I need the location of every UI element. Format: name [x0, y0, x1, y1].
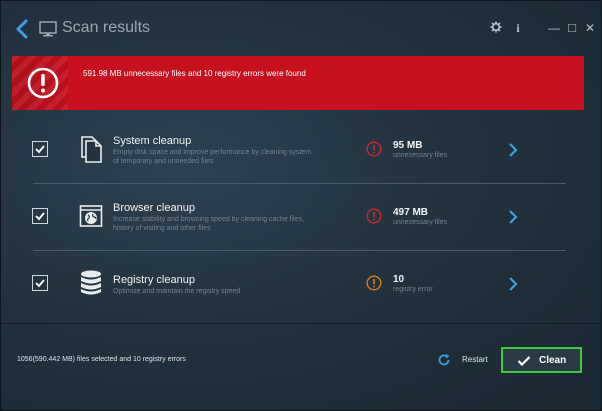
row-system-cleanup[interactable]: System cleanup Empty disk space and impr… — [21, 117, 581, 183]
row-description: Optimize and maintain the registry speed — [113, 288, 241, 295]
back-button[interactable] — [13, 17, 33, 41]
row-description: Empty disk space and improve performance… — [113, 149, 312, 165]
chevron-right-icon[interactable] — [507, 209, 519, 225]
browser-globe-icon — [79, 205, 103, 227]
stat-value: 95 MB — [393, 140, 423, 151]
stat-value: 497 MB — [393, 207, 429, 218]
stat-value: 10 — [393, 274, 405, 285]
row-title: System cleanup — [113, 135, 192, 147]
settings-button[interactable] — [489, 21, 503, 35]
gear-icon — [490, 21, 502, 33]
stat-unit: unnecessary files — [393, 219, 448, 226]
browser-cleanup-checkbox[interactable] — [32, 208, 48, 224]
database-icon — [81, 270, 101, 295]
warning-icon — [27, 67, 59, 99]
footer-divider — [1, 323, 601, 324]
chevron-right-icon[interactable] — [507, 142, 519, 158]
window-title: Scan results — [62, 19, 151, 36]
restart-icon[interactable] — [437, 353, 451, 367]
scan-results-window: Scan results i — □ ✕ 591.98 MB unnecessa… — [0, 0, 602, 411]
alert-banner: 591.98 MB unnecessary files and 10 regis… — [12, 56, 584, 110]
system-cleanup-checkbox[interactable] — [32, 141, 48, 157]
clean-button-label: Clean — [539, 355, 567, 366]
close-button[interactable]: ✕ — [583, 21, 597, 35]
chevron-left-icon — [16, 19, 28, 39]
checkmark-icon — [35, 145, 45, 154]
selection-summary: 1056(590.442 MB) files selected and 10 r… — [17, 356, 186, 363]
clean-button[interactable]: Clean — [501, 347, 582, 373]
info-button[interactable]: i — [511, 21, 525, 35]
minimize-button[interactable]: — — [547, 21, 561, 35]
row-description: Increase stability and browsing speed by… — [113, 216, 305, 232]
documents-icon — [81, 136, 102, 163]
restart-button[interactable]: Restart — [462, 355, 488, 364]
alert-message: 591.98 MB unnecessary files and 10 regis… — [83, 69, 306, 78]
checkmark-icon — [35, 212, 45, 221]
monitor-icon — [39, 21, 57, 37]
row-title: Browser cleanup — [113, 202, 195, 214]
registry-cleanup-checkbox[interactable] — [32, 275, 48, 291]
row-browser-cleanup[interactable]: Browser cleanup Increase stability and b… — [21, 184, 581, 250]
warning-icon — [366, 275, 382, 291]
checkmark-icon — [35, 279, 45, 288]
row-title: Registry cleanup — [113, 274, 195, 286]
checkmark-icon — [517, 356, 531, 367]
error-icon — [366, 141, 382, 157]
error-icon — [366, 208, 382, 224]
chevron-right-icon[interactable] — [507, 276, 519, 292]
stat-unit: unnecessary files — [393, 152, 448, 159]
title-bar: Scan results i — □ ✕ — [1, 1, 601, 53]
row-registry-cleanup[interactable]: Registry cleanup Optimize and maintain t… — [21, 251, 581, 317]
stat-unit: registry error — [393, 286, 433, 293]
maximize-button[interactable]: □ — [565, 21, 579, 35]
